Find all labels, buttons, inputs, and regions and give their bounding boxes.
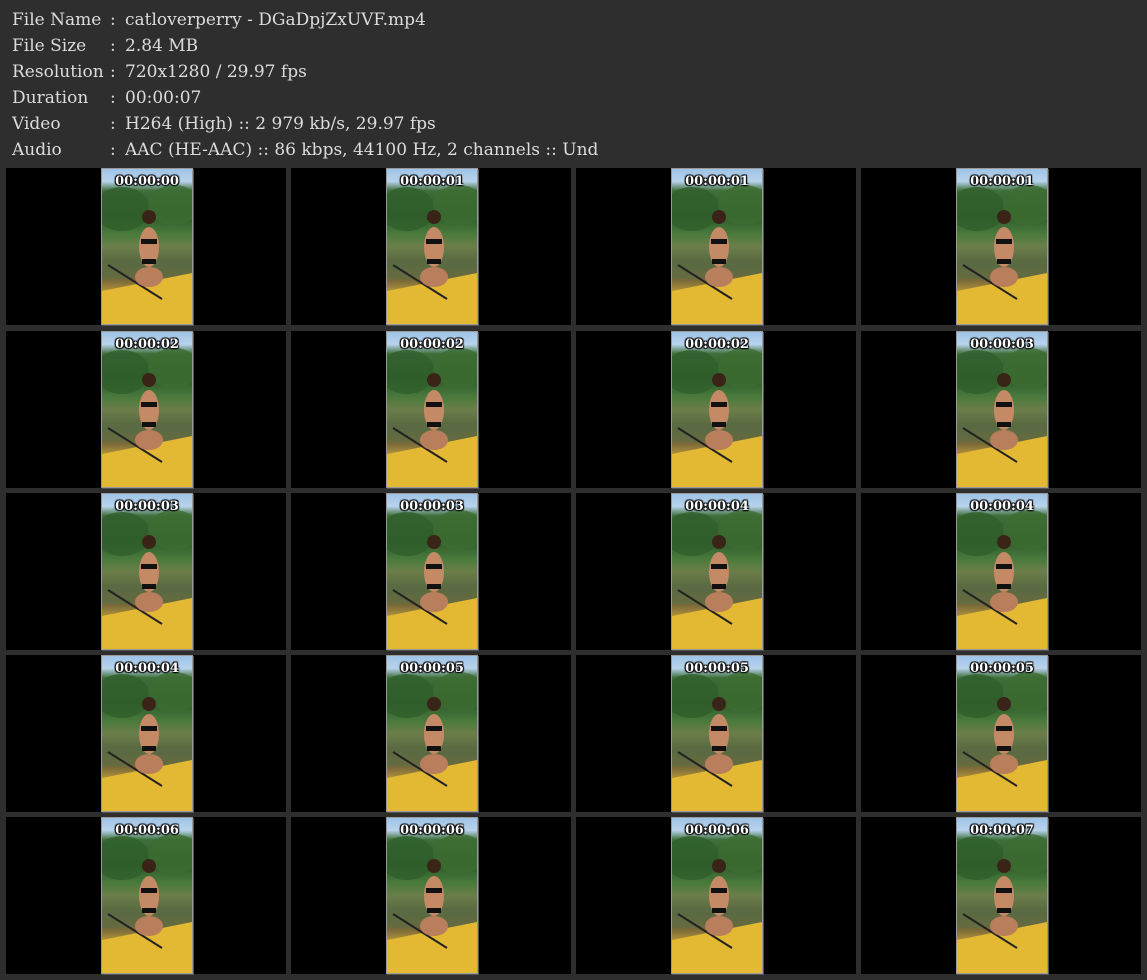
thumbnail-cell: 00:00:02 bbox=[6, 331, 286, 488]
video-label: Video bbox=[12, 114, 61, 134]
thumbnail-cell: 00:00:06 bbox=[6, 817, 286, 974]
timestamp-label: 00:00:02 bbox=[115, 337, 179, 352]
timestamp-label: 00:00:06 bbox=[400, 823, 464, 838]
timestamp-label: 00:00:05 bbox=[400, 661, 464, 676]
video-frame-image: 00:00:03 bbox=[386, 493, 478, 650]
timestamp-label: 00:00:02 bbox=[685, 337, 749, 352]
timestamp-label: 00:00:03 bbox=[970, 337, 1034, 352]
thumbnail-cell: 00:00:06 bbox=[576, 817, 856, 974]
thumbnail-cell: 00:00:01 bbox=[291, 168, 571, 325]
video-value: H264 (High) :: 2 979 kb/s, 29.97 fps bbox=[125, 114, 436, 134]
thumbnail-cell: 00:00:05 bbox=[291, 655, 571, 812]
video-frame-image: 00:00:05 bbox=[956, 655, 1048, 812]
timestamp-label: 00:00:05 bbox=[970, 661, 1034, 676]
timestamp-label: 00:00:00 bbox=[115, 174, 179, 189]
video-frame-image: 00:00:01 bbox=[386, 168, 478, 325]
thumbnail-cell: 00:00:04 bbox=[861, 493, 1141, 650]
thumbnail-cell: 00:00:07 bbox=[861, 817, 1141, 974]
video-frame-image: 00:00:03 bbox=[101, 493, 193, 650]
thumbnail-cell: 00:00:00 bbox=[6, 168, 286, 325]
timestamp-label: 00:00:01 bbox=[400, 174, 464, 189]
video-frame-image: 00:00:04 bbox=[671, 493, 763, 650]
thumbnail-cell: 00:00:02 bbox=[291, 331, 571, 488]
resolution-value: 720x1280 / 29.97 fps bbox=[125, 62, 307, 82]
timestamp-label: 00:00:06 bbox=[115, 823, 179, 838]
thumbnail-cell: 00:00:04 bbox=[576, 493, 856, 650]
video-frame-image: 00:00:03 bbox=[956, 331, 1048, 488]
thumbnail-cell: 00:00:01 bbox=[861, 168, 1141, 325]
separator: : bbox=[110, 114, 116, 134]
file-name-label: File Name bbox=[12, 10, 102, 30]
separator: : bbox=[110, 88, 116, 108]
thumbnail-cell: 00:00:03 bbox=[861, 331, 1141, 488]
timestamp-label: 00:00:06 bbox=[685, 823, 749, 838]
thumbnail-grid: 00:00:00 00:00:01 00:00:01 00:00:01 00:00:02… bbox=[0, 168, 1147, 980]
thumbnail-cell: 00:00:05 bbox=[576, 655, 856, 812]
thumbnail-cell: 00:00:02 bbox=[576, 331, 856, 488]
video-frame-image: 00:00:01 bbox=[671, 168, 763, 325]
thumbnail-cell: 00:00:06 bbox=[291, 817, 571, 974]
file-size-label: File Size bbox=[12, 36, 87, 56]
timestamp-label: 00:00:02 bbox=[400, 337, 464, 352]
separator: : bbox=[110, 140, 116, 160]
timestamp-label: 00:00:01 bbox=[685, 174, 749, 189]
video-frame-image: 00:00:02 bbox=[386, 331, 478, 488]
timestamp-label: 00:00:05 bbox=[685, 661, 749, 676]
timestamp-label: 00:00:04 bbox=[115, 661, 179, 676]
thumbnail-cell: 00:00:03 bbox=[6, 493, 286, 650]
thumbnail-cell: 00:00:05 bbox=[861, 655, 1141, 812]
duration-value: 00:00:07 bbox=[125, 88, 202, 108]
file-name-value: catloverperry - DGaDpjZxUVF.mp4 bbox=[125, 10, 426, 30]
video-frame-image: 00:00:02 bbox=[101, 331, 193, 488]
video-frame-image: 00:00:05 bbox=[386, 655, 478, 812]
timestamp-label: 00:00:04 bbox=[970, 499, 1034, 514]
video-frame-image: 00:00:00 bbox=[101, 168, 193, 325]
file-info-header: File Name : catloverperry - DGaDpjZxUVF.… bbox=[0, 0, 1147, 166]
separator: : bbox=[110, 62, 116, 82]
video-frame-image: 00:00:07 bbox=[956, 817, 1048, 974]
video-frame-image: 00:00:04 bbox=[101, 655, 193, 812]
timestamp-label: 00:00:04 bbox=[685, 499, 749, 514]
video-frame-image: 00:00:04 bbox=[956, 493, 1048, 650]
thumbnail-cell: 00:00:03 bbox=[291, 493, 571, 650]
video-frame-image: 00:00:05 bbox=[671, 655, 763, 812]
separator: : bbox=[110, 36, 116, 56]
thumbnail-cell: 00:00:04 bbox=[6, 655, 286, 812]
thumbnail-cell: 00:00:01 bbox=[576, 168, 856, 325]
timestamp-label: 00:00:03 bbox=[115, 499, 179, 514]
timestamp-label: 00:00:01 bbox=[970, 174, 1034, 189]
video-frame-image: 00:00:01 bbox=[956, 168, 1048, 325]
video-frame-image: 00:00:06 bbox=[671, 817, 763, 974]
separator: : bbox=[110, 10, 116, 30]
timestamp-label: 00:00:07 bbox=[970, 823, 1034, 838]
resolution-label: Resolution bbox=[12, 62, 104, 82]
timestamp-label: 00:00:03 bbox=[400, 499, 464, 514]
duration-label: Duration bbox=[12, 88, 89, 108]
video-frame-image: 00:00:06 bbox=[101, 817, 193, 974]
video-frame-image: 00:00:06 bbox=[386, 817, 478, 974]
audio-value: AAC (HE-AAC) :: 86 kbps, 44100 Hz, 2 cha… bbox=[125, 140, 599, 160]
video-frame-image: 00:00:02 bbox=[671, 331, 763, 488]
file-size-value: 2.84 MB bbox=[125, 36, 199, 56]
audio-label: Audio bbox=[12, 140, 62, 160]
